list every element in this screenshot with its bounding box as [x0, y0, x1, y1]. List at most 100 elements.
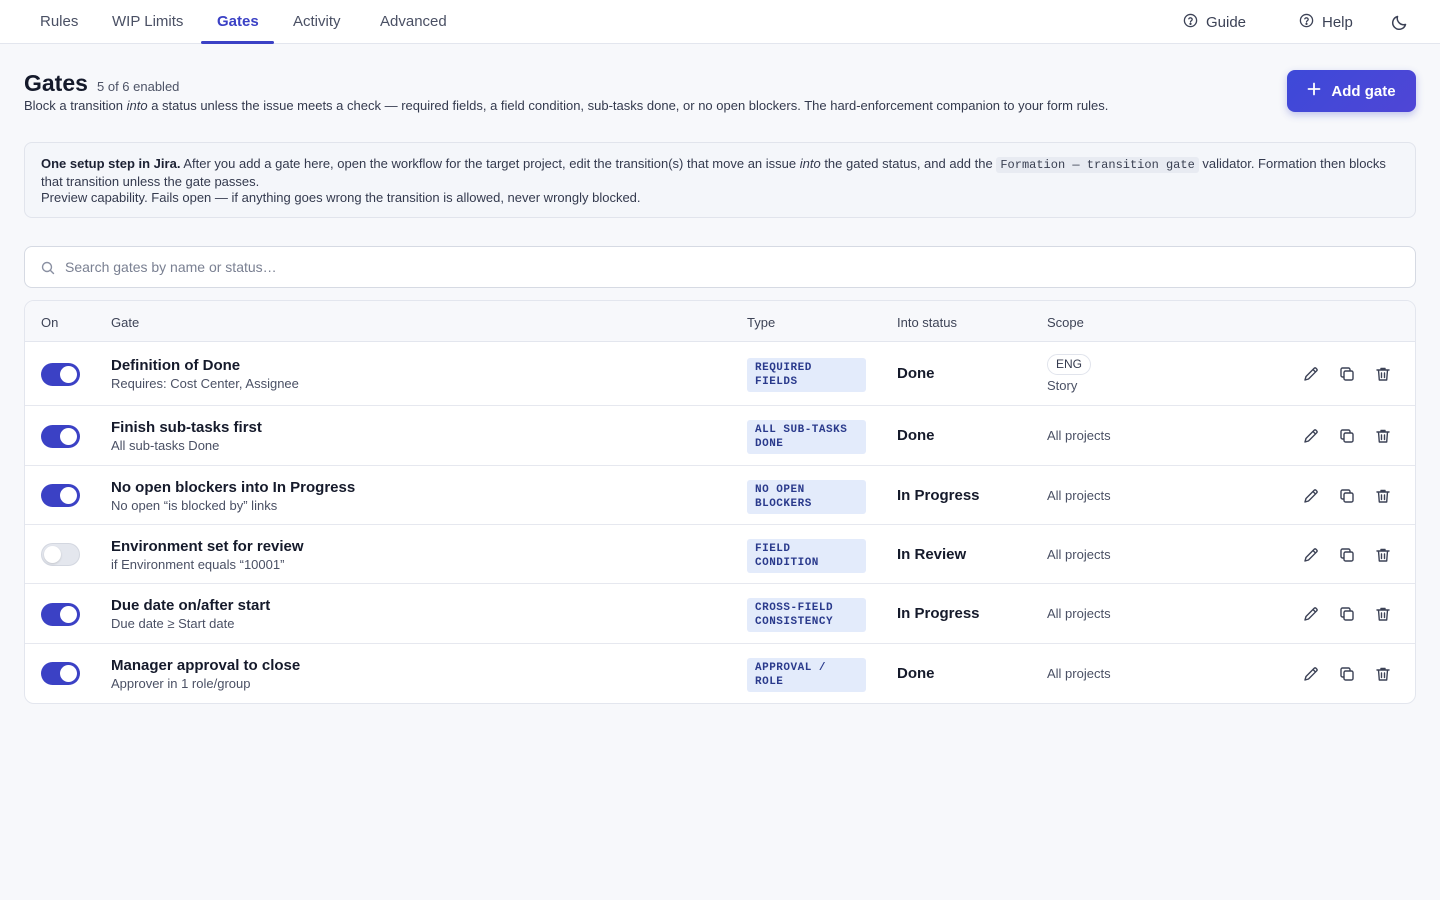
trash-icon[interactable]: [1374, 665, 1392, 683]
tab-gates[interactable]: Gates: [217, 0, 259, 44]
copy-icon[interactable]: [1338, 605, 1356, 623]
column-header-gate: Gate: [111, 315, 140, 330]
gates-table: On Gate Type Into status Scope Definitio…: [24, 300, 1416, 704]
gate-type-badge: REQUIRED FIELDS: [747, 358, 866, 392]
gate-summary: Approver in 1 role/group: [111, 675, 251, 691]
column-header-type: Type: [747, 315, 776, 330]
trash-icon[interactable]: [1374, 427, 1392, 445]
copy-icon[interactable]: [1338, 365, 1356, 383]
toggle-knob: [60, 427, 77, 445]
gate-enabled-toggle[interactable]: [41, 424, 80, 448]
table-row: Environment set for review if Environment…: [25, 525, 1415, 584]
add-gate-button[interactable]: Add gate: [1287, 70, 1416, 112]
search-icon: [41, 261, 55, 275]
trash-icon[interactable]: [1374, 546, 1392, 564]
help-button[interactable]: Help: [1299, 10, 1353, 34]
toggle-knob: [60, 665, 77, 682]
gate-name[interactable]: No open blockers into In Progress: [111, 479, 355, 496]
pencil-icon[interactable]: [1302, 665, 1320, 683]
gate-summary: All sub-tasks Done: [111, 438, 220, 453]
gate-summary: Due date ≥ Start date: [111, 616, 235, 631]
gate-enabled-toggle[interactable]: [41, 662, 80, 685]
copy-icon[interactable]: [1338, 546, 1356, 564]
scope-project-pill: ENG: [1047, 354, 1092, 375]
scope-value: All projects: [1047, 487, 1111, 503]
table-row: Definition of Done Requires: Cost Center,…: [25, 342, 1415, 406]
pencil-icon[interactable]: [1302, 605, 1320, 623]
toggle-knob: [60, 605, 77, 623]
table-row: Manager approval to close Approver in 1 r…: [25, 644, 1415, 703]
search-box: [24, 246, 1416, 288]
copy-icon[interactable]: [1338, 487, 1356, 505]
page-description-text: a status unless the issue meets a check …: [147, 98, 1109, 113]
add-gate-label: Add gate: [1331, 82, 1396, 100]
gate-enabled-toggle[interactable]: [41, 543, 80, 566]
pencil-icon[interactable]: [1302, 365, 1320, 383]
page-title: Gates: [24, 70, 88, 96]
table-row: No open blockers into In Progress No open…: [25, 466, 1415, 525]
into-status: Done: [897, 664, 935, 682]
toggle-knob: [60, 487, 77, 504]
copy-icon[interactable]: [1338, 665, 1356, 683]
column-header-scope: Scope: [1047, 315, 1084, 330]
table-row: Due date on/after start Due date ≥ Start …: [25, 584, 1415, 644]
tab-activity[interactable]: Activity: [293, 0, 341, 44]
top-nav: Rules WIP Limits Gates Activity Advanced…: [0, 0, 1440, 44]
gate-summary: No open “is blocked by” links: [111, 497, 278, 513]
help-circle-icon: [1183, 13, 1198, 32]
pencil-icon[interactable]: [1302, 487, 1320, 505]
gate-name[interactable]: Environment set for review: [111, 538, 304, 555]
pencil-icon[interactable]: [1302, 546, 1320, 564]
into-status: In Progress: [897, 605, 980, 622]
gate-name[interactable]: Definition of Done: [111, 357, 240, 374]
scope-value: All projects: [1047, 546, 1111, 562]
setup-info-line2: Preview capability. Fails open — if anyt…: [41, 190, 641, 205]
toggle-knob: [44, 546, 61, 563]
guide-button[interactable]: Guide: [1183, 10, 1246, 34]
tab-rules[interactable]: Rules: [40, 0, 78, 44]
gate-type-badge: ALL SUB-TASKS DONE: [747, 420, 866, 454]
table-header: On Gate Type Into status Scope: [25, 301, 1415, 342]
trash-icon[interactable]: [1374, 487, 1392, 505]
gate-summary: Requires: Cost Center, Assignee: [111, 376, 299, 391]
column-header-on: On: [41, 315, 59, 330]
gate-name[interactable]: Finish sub-tasks first: [111, 419, 262, 436]
trash-icon[interactable]: [1374, 605, 1392, 623]
trash-icon[interactable]: [1374, 365, 1392, 383]
page-description-em: into: [126, 98, 148, 113]
pencil-icon[interactable]: [1302, 427, 1320, 445]
page-description: Block a transition into a status unless …: [24, 98, 1108, 113]
into-status: Done: [897, 427, 935, 444]
gate-name[interactable]: Manager approval to close: [111, 657, 300, 674]
into-status: In Progress: [897, 486, 980, 504]
validator-name-code: Formation — transition gate: [996, 157, 1199, 173]
gate-name[interactable]: Due date on/after start: [111, 597, 270, 614]
scope-value: All projects: [1047, 428, 1111, 443]
setup-info-text: After you add a gate here, open the work…: [180, 156, 800, 171]
page-description-text: Block a transition: [24, 98, 127, 113]
into-status: Done: [897, 365, 935, 382]
scope-issue-type: Story: [1047, 378, 1078, 393]
gate-summary: if Environment equals “10001”: [111, 556, 285, 572]
gate-enabled-toggle[interactable]: [41, 602, 80, 626]
setup-info-line1: One setup step in Jira. After you add a …: [41, 156, 1399, 190]
active-tab-indicator: [201, 41, 274, 44]
search-input[interactable]: [65, 247, 1395, 287]
setup-info-bold: One setup step in Jira.: [41, 156, 181, 171]
plus-icon: [1307, 82, 1321, 100]
copy-icon[interactable]: [1338, 427, 1356, 445]
help-label: Help: [1322, 13, 1353, 31]
toggle-knob: [60, 365, 77, 383]
guide-label: Guide: [1206, 13, 1247, 31]
table-row: Finish sub-tasks first All sub-tasks Done…: [25, 406, 1415, 466]
setup-info-panel: One setup step in Jira. After you add a …: [24, 142, 1416, 218]
gate-type-badge: CROSS-FIELD CONSISTENCY: [747, 598, 866, 632]
gate-enabled-toggle[interactable]: [41, 362, 80, 386]
gate-type-badge: APPROVAL / ROLE: [747, 657, 866, 692]
tab-wip-limits[interactable]: WIP Limits: [112, 0, 183, 44]
moon-icon[interactable]: [1390, 12, 1410, 32]
help-circle-icon: [1299, 13, 1314, 32]
column-header-status: Into status: [897, 315, 957, 330]
tab-advanced[interactable]: Advanced: [380, 0, 447, 44]
gate-enabled-toggle[interactable]: [41, 484, 80, 507]
